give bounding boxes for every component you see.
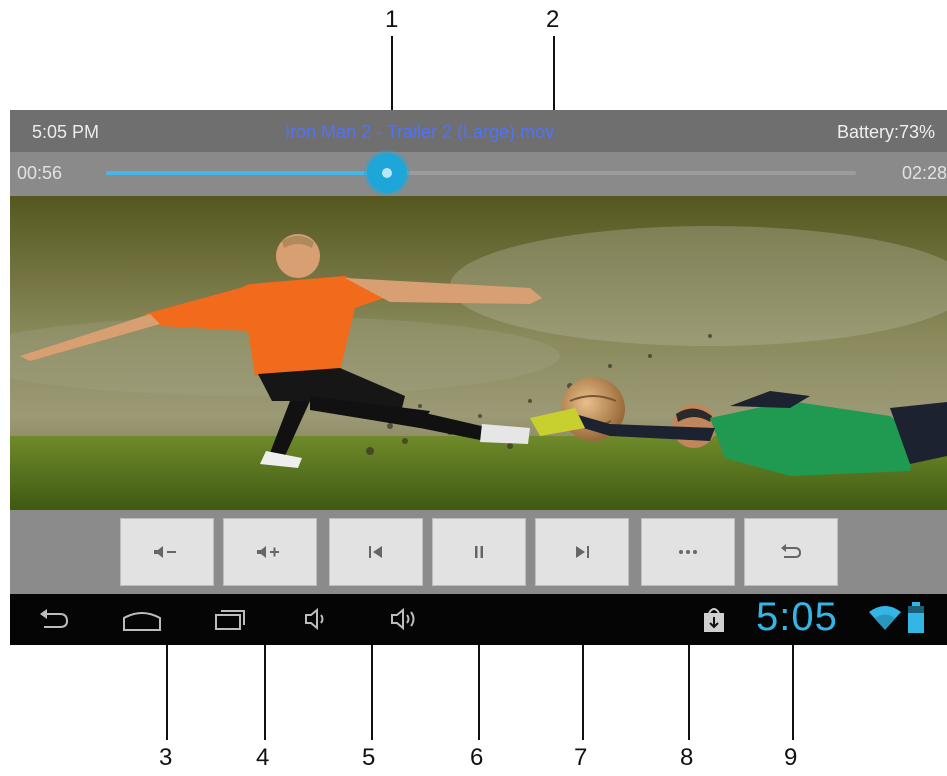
callout-6: 6 (470, 744, 484, 771)
recent-apps-icon[interactable] (210, 605, 250, 638)
callout-1: 1 (385, 6, 399, 33)
more-button[interactable] (641, 518, 735, 586)
volume-up-icon[interactable] (388, 605, 428, 638)
seek-progress (106, 171, 388, 175)
system-clock: 5:05 (756, 595, 838, 639)
progress-bar: 00:56 02:28 (10, 152, 947, 196)
return-icon (778, 543, 804, 561)
home-icon[interactable] (120, 605, 164, 638)
volume-up-icon (255, 543, 285, 561)
callout-3: 3 (159, 744, 173, 771)
video-title: Iron Man 2 - Trailer 2 (Large).mov (285, 122, 555, 142)
download-notification-icon[interactable] (700, 604, 728, 639)
seek-track[interactable] (106, 153, 856, 193)
video-image (10, 196, 947, 510)
volume-down-icon (152, 543, 182, 561)
pause-icon (470, 543, 488, 561)
skip-previous-icon (365, 543, 387, 561)
playback-controls (10, 510, 947, 594)
pause-button[interactable] (432, 518, 526, 586)
volume-down-icon[interactable] (302, 605, 332, 638)
callout-5: 5 (362, 744, 376, 771)
system-navigation-bar: 5:05 (10, 594, 947, 645)
return-button[interactable] (744, 518, 838, 586)
player-status-bar: 5:05 PM Iron Man 2 - Trailer 2 (Large).m… (10, 110, 947, 152)
callout-7: 7 (574, 744, 588, 771)
elapsed-time: 00:56 (17, 163, 63, 183)
device-screen: 5:05 PM Iron Man 2 - Trailer 2 (Large).m… (10, 110, 947, 645)
total-time: 02:28 (901, 163, 947, 183)
volume-up-button[interactable] (223, 518, 317, 586)
next-button[interactable] (535, 518, 629, 586)
seek-thumb[interactable] (367, 153, 408, 193)
status-time: 5:05 PM (32, 122, 100, 142)
callout-4: 4 (256, 744, 270, 771)
skip-next-icon (571, 543, 593, 561)
callout-9: 9 (784, 744, 798, 771)
previous-button[interactable] (329, 518, 423, 586)
callout-8: 8 (680, 744, 694, 771)
volume-down-button[interactable] (120, 518, 214, 586)
callout-2: 2 (546, 6, 560, 33)
battery-status: Battery:73% (836, 122, 935, 142)
wifi-icon (868, 604, 902, 637)
more-icon (677, 547, 699, 557)
back-icon[interactable] (36, 605, 72, 638)
video-frame[interactable] (10, 196, 947, 510)
battery-icon (906, 602, 926, 639)
